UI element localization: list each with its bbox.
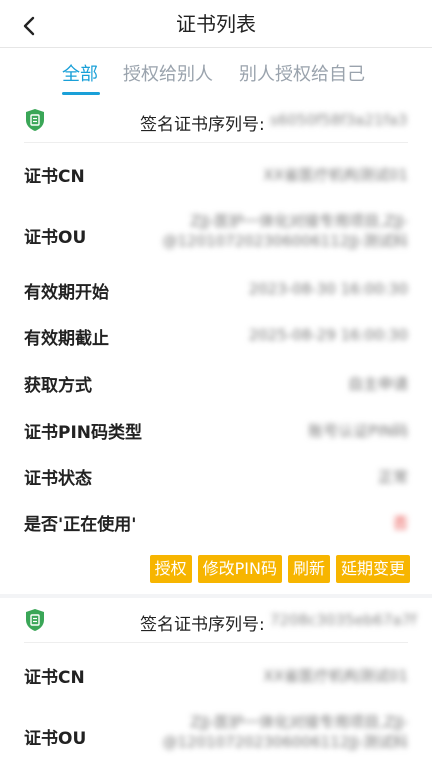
field-label-in-use: 是否'正在使用' xyxy=(24,515,137,535)
field-label-pin-type: 证书PIN码类型 xyxy=(24,423,143,443)
field-label-acquisition: 获取方式 xyxy=(24,376,92,396)
serial-number-value: s6050f58f3a21fa3 xyxy=(270,111,408,129)
serial-number-label: 签名证书序列号: xyxy=(140,615,265,635)
divider xyxy=(24,642,408,643)
certificate-shield-icon xyxy=(26,609,44,631)
certificate-actions: 授权 修改PIN码 刷新 延期变更 xyxy=(149,555,410,585)
tab-all[interactable]: 全部 xyxy=(62,60,98,86)
serial-number-value: 7208c3035eb67a7f xyxy=(270,611,417,629)
field-label-valid-from: 有效期开始 xyxy=(24,283,109,303)
field-value-valid-from: 2023-08-30 16:00:30 xyxy=(248,280,408,298)
field-value-pin-type: 账号认证PIN码 xyxy=(308,422,408,440)
field-value-valid-until: 2025-08-29 16:00:30 xyxy=(248,326,408,344)
field-value-acquisition: 自主申请 xyxy=(347,375,408,393)
field-label-valid-until: 有效期截止 xyxy=(24,329,109,349)
card-separator xyxy=(0,594,432,598)
certificate-card-header: 签名证书序列号: s6050f58f3a21fa3 xyxy=(0,100,432,144)
field-value-ou: ZJJ-医护一体化对接专用项目,ZJJ-@120107202306006112J… xyxy=(162,212,408,250)
active-tab-indicator xyxy=(62,92,100,95)
field-value-cn: XX省医疗机构测试01 xyxy=(263,667,408,685)
certificate-card-header: 签名证书序列号: 7208c3035eb67a7f xyxy=(0,600,432,644)
field-value-in-use: 否 xyxy=(392,514,408,532)
divider xyxy=(24,142,408,143)
field-label-ou: 证书OU xyxy=(24,228,87,248)
tab-authorized-to-others[interactable]: 授权给别人 xyxy=(123,60,213,86)
tab-bar: 全部 授权给别人 别人授权给自己 xyxy=(0,48,432,98)
app-header: 证书列表 xyxy=(0,0,432,48)
field-label-ou: 证书OU xyxy=(24,729,87,749)
certificate-shield-icon xyxy=(26,109,44,131)
field-label-cn: 证书CN xyxy=(24,668,85,688)
authorize-button[interactable]: 授权 xyxy=(149,555,192,583)
field-label-cn: 证书CN xyxy=(24,167,85,187)
certificate-card: 签名证书序列号: 7208c3035eb67a7f 证书CN XX省医疗机构测试… xyxy=(0,600,432,768)
field-label-status: 证书状态 xyxy=(24,469,92,489)
tab-authorized-by-others[interactable]: 别人授权给自己 xyxy=(239,60,365,86)
extend-change-button[interactable]: 延期变更 xyxy=(335,555,410,583)
refresh-button[interactable]: 刷新 xyxy=(287,555,330,583)
field-value-ou: ZJJ-医护一体化对接专用项目,ZJJ-@120107202306006112J… xyxy=(162,713,408,751)
serial-number-label: 签名证书序列号: xyxy=(140,115,265,135)
change-pin-button[interactable]: 修改PIN码 xyxy=(197,555,282,583)
field-value-status: 正常 xyxy=(377,468,408,486)
page-title: 证书列表 xyxy=(176,12,256,36)
field-value-cn: XX省医疗机构测试01 xyxy=(263,166,408,184)
certificate-card: 签名证书序列号: s6050f58f3a21fa3 证书CN XX省医疗机构测试… xyxy=(0,100,432,592)
